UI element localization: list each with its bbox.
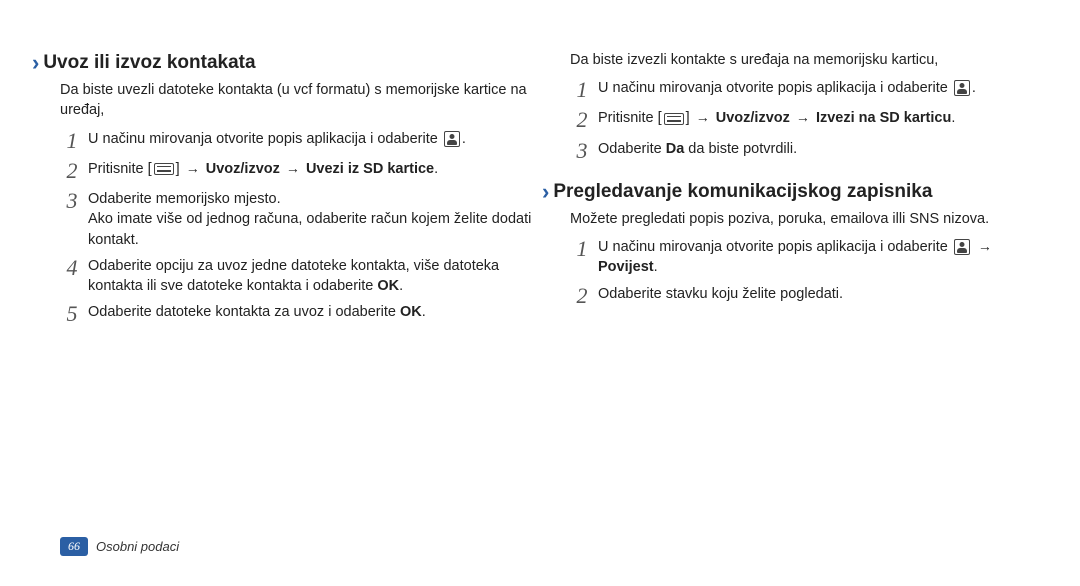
step-number: 2 bbox=[570, 284, 594, 308]
step-list-export: 1U načinu mirovanja otvorite popis aplik… bbox=[570, 78, 1050, 163]
bold-text: Uvezi iz SD kartice bbox=[306, 161, 434, 177]
step-number: 1 bbox=[570, 237, 594, 261]
arrow-icon: → bbox=[978, 238, 992, 254]
bold-text: OK bbox=[400, 304, 422, 320]
step-item: 2Odaberite stavku koju želite pogledati. bbox=[570, 284, 1050, 308]
step-number: 3 bbox=[570, 139, 594, 163]
step-number: 1 bbox=[60, 129, 84, 153]
heading-text: Uvoz ili izvoz kontakata bbox=[43, 52, 255, 74]
step-subtext: Ako imate više od jednog računa, odaberi… bbox=[88, 211, 531, 247]
step-item: 4Odaberite opciju za uvoz jedne datoteke… bbox=[60, 256, 540, 297]
step-item: 2Pritisnite [] → Uvoz/izvoz → Uvezi iz S… bbox=[60, 159, 540, 183]
intro-text: Da biste uvezli datoteke kontakta (u vcf… bbox=[60, 80, 540, 121]
step-body: Pritisnite [] → Uvoz/izvoz → Uvezi iz SD… bbox=[84, 159, 438, 179]
bold-text: Da bbox=[666, 141, 685, 157]
menu-icon bbox=[664, 113, 684, 125]
footer-title: Osobni podaci bbox=[96, 539, 179, 554]
section-heading-import-export: › Uvoz ili izvoz kontakata bbox=[32, 50, 540, 76]
bold-text: Povijest bbox=[598, 259, 654, 275]
arrow-icon: → bbox=[186, 160, 200, 176]
contact-icon bbox=[444, 131, 460, 147]
section-heading-log: › Pregledavanje komunikacijskog zapisnik… bbox=[542, 179, 1050, 205]
step-body: Odaberite stavku koju želite pogledati. bbox=[594, 284, 843, 304]
step-number: 5 bbox=[60, 302, 84, 326]
step-item: 3Odaberite memorijsko mjesto.Ako imate v… bbox=[60, 189, 540, 250]
step-item: 3Odaberite Da da biste potvrdili. bbox=[570, 139, 1050, 163]
page-number: 66 bbox=[60, 537, 88, 556]
arrow-icon: → bbox=[696, 109, 710, 125]
left-column: › Uvoz ili izvoz kontakata Da biste uvez… bbox=[60, 50, 540, 460]
step-body: Odaberite Da da biste potvrdili. bbox=[594, 139, 797, 159]
contact-icon bbox=[954, 80, 970, 96]
step-number: 3 bbox=[60, 189, 84, 213]
arrow-icon: → bbox=[796, 109, 810, 125]
step-body: U načinu mirovanja otvorite popis aplika… bbox=[84, 129, 466, 149]
page-content: › Uvoz ili izvoz kontakata Da biste uvez… bbox=[0, 0, 1080, 480]
intro-text-log: Možete pregledati popis poziva, poruka, … bbox=[570, 209, 1050, 229]
bold-text: Izvezi na SD karticu bbox=[816, 110, 951, 126]
step-item: 1U načinu mirovanja otvorite popis aplik… bbox=[570, 237, 1050, 278]
step-item: 2Pritisnite [] → Uvoz/izvoz → Izvezi na … bbox=[570, 108, 1050, 132]
bold-text: Uvoz/izvoz bbox=[206, 161, 280, 177]
step-item: 5Odaberite datoteke kontakta za uvoz i o… bbox=[60, 302, 540, 326]
step-body: Odaberite opciju za uvoz jedne datoteke … bbox=[84, 256, 540, 297]
step-body: Pritisnite [] → Uvoz/izvoz → Izvezi na S… bbox=[594, 108, 955, 128]
step-body: Odaberite datoteke kontakta za uvoz i od… bbox=[84, 302, 426, 322]
step-number: 4 bbox=[60, 256, 84, 280]
step-item: 1U načinu mirovanja otvorite popis aplik… bbox=[570, 78, 1050, 102]
right-column: Da biste izvezli kontakte s uređaja na m… bbox=[570, 50, 1050, 460]
bold-text: OK bbox=[377, 278, 399, 294]
step-body: Odaberite memorijsko mjesto.Ako imate vi… bbox=[84, 189, 540, 250]
step-list-log: 1U načinu mirovanja otvorite popis aplik… bbox=[570, 237, 1050, 308]
step-body: U načinu mirovanja otvorite popis aplika… bbox=[594, 78, 976, 98]
step-body: U načinu mirovanja otvorite popis aplika… bbox=[594, 237, 1050, 278]
bold-text: Uvoz/izvoz bbox=[716, 110, 790, 126]
contact-icon bbox=[954, 239, 970, 255]
step-number: 2 bbox=[570, 108, 594, 132]
intro-text-export: Da biste izvezli kontakte s uređaja na m… bbox=[570, 50, 1050, 70]
heading-text: Pregledavanje komunikacijskog zapisnika bbox=[553, 181, 932, 203]
chevron-icon: › bbox=[32, 50, 39, 76]
page-footer: 66 Osobni podaci bbox=[60, 537, 179, 556]
menu-icon bbox=[154, 163, 174, 175]
arrow-icon: → bbox=[286, 160, 300, 176]
step-item: 1U načinu mirovanja otvorite popis aplik… bbox=[60, 129, 540, 153]
step-number: 1 bbox=[570, 78, 594, 102]
step-number: 2 bbox=[60, 159, 84, 183]
chevron-icon: › bbox=[542, 179, 549, 205]
step-list-left: 1U načinu mirovanja otvorite popis aplik… bbox=[60, 129, 540, 327]
